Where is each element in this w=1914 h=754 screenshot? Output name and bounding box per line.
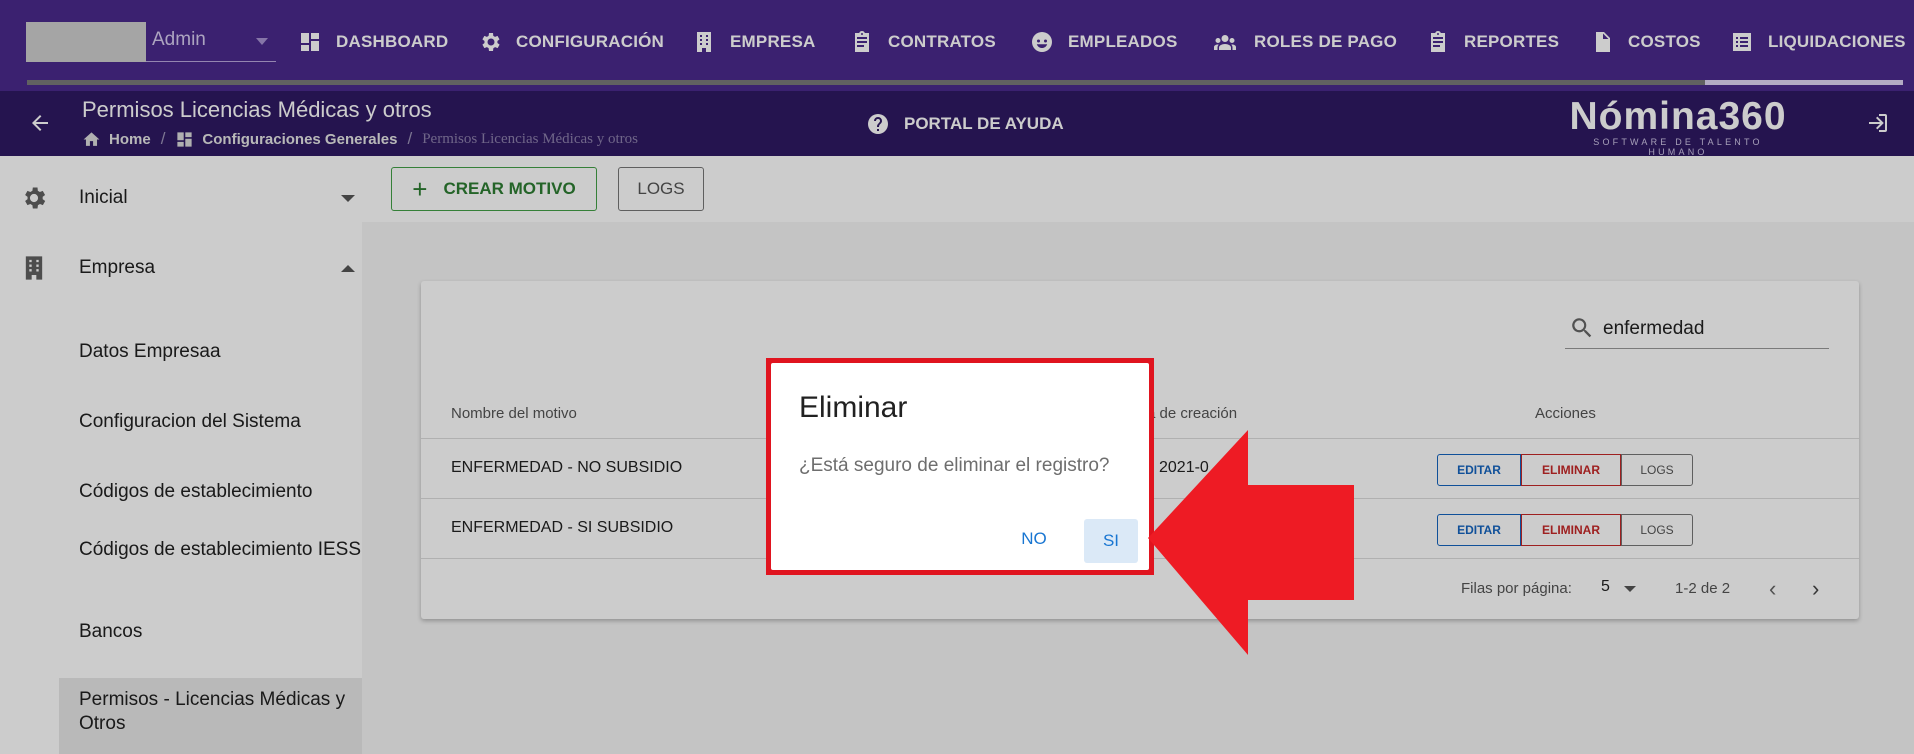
- annotation-arrow-icon: [1148, 430, 1354, 655]
- dialog-yes-button[interactable]: SI: [1084, 519, 1138, 563]
- dialog-message: ¿Está seguro de eliminar el registro?: [799, 455, 1110, 476]
- dialog-no-button[interactable]: NO: [1009, 519, 1059, 559]
- confirm-delete-dialog: Eliminar ¿Está seguro de eliminar el reg…: [771, 363, 1149, 570]
- dialog-title: Eliminar: [799, 391, 908, 424]
